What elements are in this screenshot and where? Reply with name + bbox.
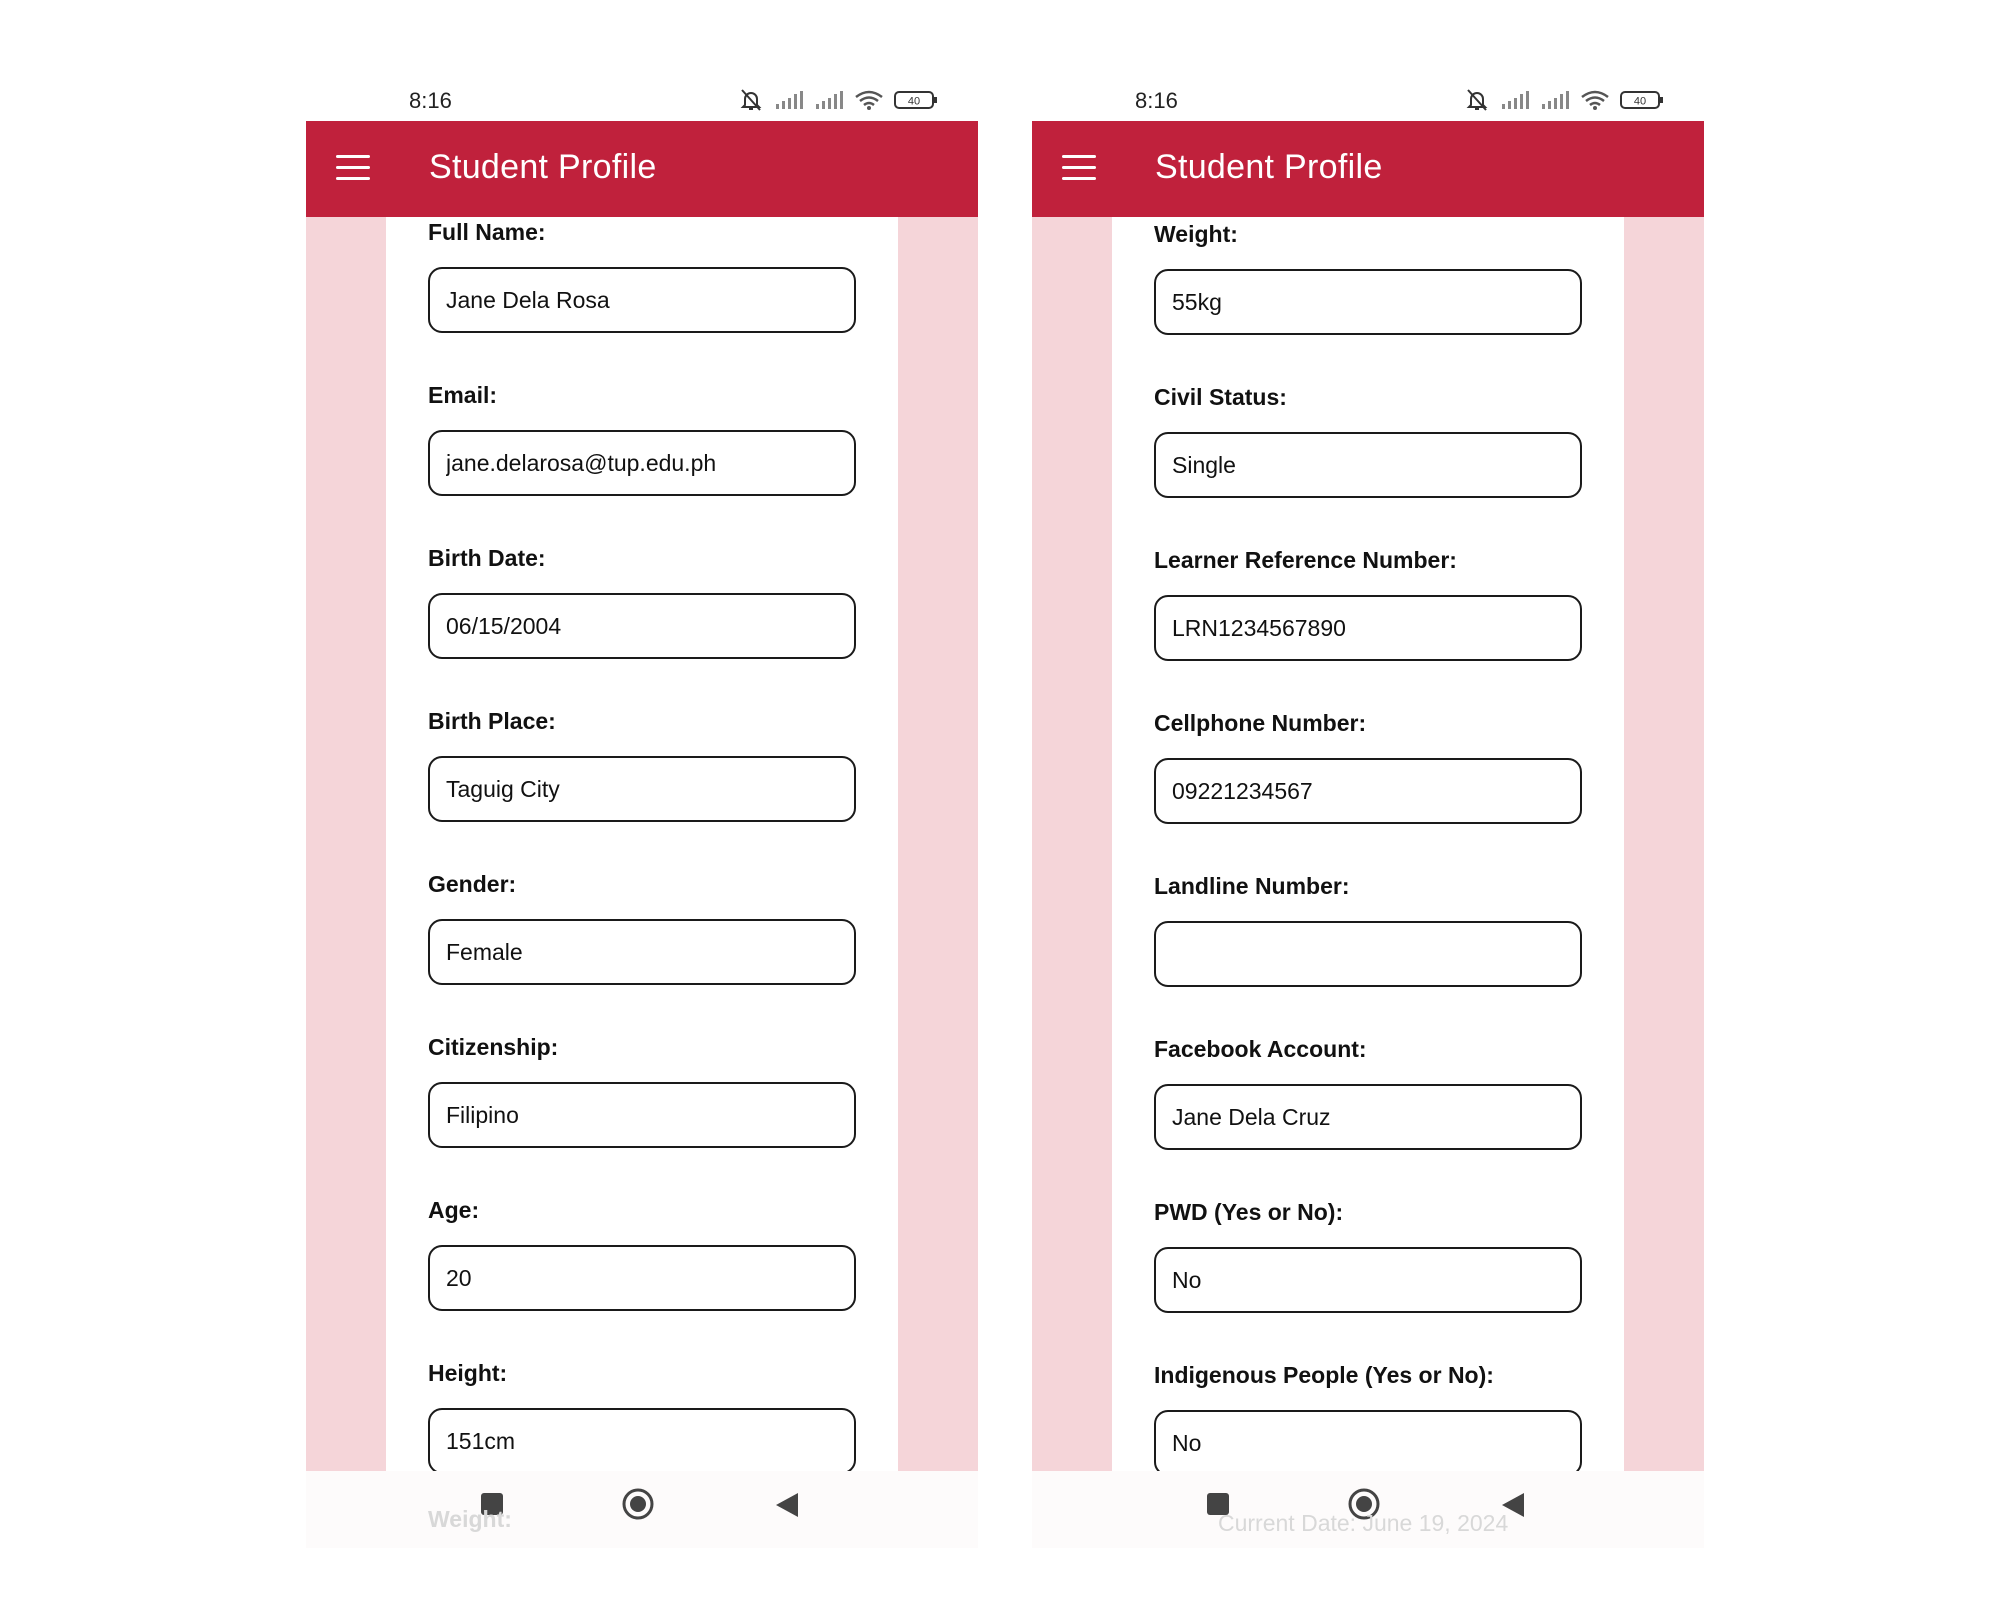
field-citizenship: Citizenship: [428,1032,858,1148]
bell-muted-icon [1464,87,1490,113]
phone-screen-right: 8:16 40 Student Profile Weight: 55kg Civ… [1032,80,1704,1548]
full-name-input[interactable] [428,267,856,333]
field-height: Height: [428,1358,858,1471]
signal-icon [1540,90,1570,110]
field-indigenous-people: Indigenous People (Yes or No): [1154,1360,1584,1471]
back-triangle-icon[interactable] [774,1491,800,1519]
birth-place-input[interactable] [428,756,856,822]
field-label: Birth Date: [428,545,546,571]
field-email: Email: [428,380,858,496]
battery-icon: 40 [894,89,938,111]
citizenship-input[interactable] [428,1082,856,1148]
profile-form: Full Name: Email: Birth Date: Birth Plac… [386,217,898,1471]
signal-icon [814,90,844,110]
battery-level: 40 [908,96,920,108]
email-input[interactable] [428,430,856,496]
field-full-name: Full Name: [428,217,858,333]
battery-level: 40 [1634,96,1646,108]
current-date-text: Current Date: June 19, 2024 [1218,1510,1509,1536]
field-label: Cellphone Number: [1154,710,1367,736]
pwd-input[interactable] [1154,1247,1582,1313]
field-label: Full Name: [428,219,546,245]
field-learner-reference-number: Learner Reference Number: [1154,545,1584,661]
field-label: Email: [428,382,498,408]
field-label: Indigenous People (Yes or No): [1154,1362,1494,1388]
page-title: Student Profile [429,148,657,186]
gender-input[interactable] [428,919,856,985]
field-label: Age: [428,1197,480,1223]
field-label: Birth Place: [428,708,556,734]
landline-number-input[interactable] [1154,921,1582,987]
field-label: Learner Reference Number: [1154,547,1457,573]
field-age: Age: [428,1195,858,1311]
civil-status-input[interactable] [1154,432,1582,498]
page-title: Student Profile [1155,148,1383,186]
indigenous-people-input[interactable] [1154,1410,1582,1471]
hamburger-menu-icon[interactable] [1062,155,1096,181]
status-icons: 40 [738,87,938,113]
facebook-account-input[interactable] [1154,1084,1582,1150]
home-circle-icon[interactable] [622,1488,654,1520]
profile-form: Weight: Civil Status: Learner Reference … [1112,217,1624,1471]
hamburger-menu-icon[interactable] [336,155,370,181]
app-bar: Student Profile [306,121,978,217]
navigation-bar [306,1471,978,1548]
status-bar: 8:16 40 [306,80,978,121]
battery-icon: 40 [1620,89,1664,111]
field-landline-number: Landline Number: [1154,871,1584,987]
field-weight: Weight: [1154,219,1584,335]
field-birth-date: Birth Date: [428,543,858,659]
content-background: Full Name: Email: Birth Date: Birth Plac… [306,217,978,1471]
signal-icon [1500,90,1530,110]
weight-input[interactable] [1154,269,1582,335]
field-label: Facebook Account: [1154,1036,1367,1062]
field-label: Weight: [1154,221,1238,247]
learner-reference-number-input[interactable] [1154,595,1582,661]
field-birth-place: Birth Place: [428,706,858,822]
field-gender: Gender: [428,869,858,985]
status-icons: 40 [1464,87,1664,113]
field-cellphone-number: Cellphone Number: [1154,708,1584,824]
bell-muted-icon [738,87,764,113]
field-label: Height: [428,1360,508,1386]
birth-date-input[interactable] [428,593,856,659]
phone-screen-left: 8:16 40 Student Profile Full Name: Jane … [306,80,978,1548]
field-label: Landline Number: [1154,873,1350,899]
wifi-icon [1580,89,1610,111]
status-time: 8:16 [409,88,452,113]
height-input[interactable] [428,1408,856,1471]
field-pwd: PWD (Yes or No): [1154,1197,1584,1313]
age-input[interactable] [428,1245,856,1311]
app-bar: Student Profile [1032,121,1704,217]
partially-hidden-label: Weight: [428,1506,512,1532]
field-label: PWD (Yes or No): [1154,1199,1344,1225]
wifi-icon [854,89,884,111]
field-facebook-account: Facebook Account: [1154,1034,1584,1150]
signal-icon [774,90,804,110]
status-bar: 8:16 40 [1032,80,1704,121]
field-label: Civil Status: [1154,384,1287,410]
status-time: 8:16 [1135,88,1178,113]
field-label: Gender: [428,871,517,897]
field-label: Citizenship: [428,1034,559,1060]
field-civil-status: Civil Status: [1154,382,1584,498]
cellphone-number-input[interactable] [1154,758,1582,824]
content-background: Weight: Civil Status: Learner Reference … [1032,217,1704,1471]
